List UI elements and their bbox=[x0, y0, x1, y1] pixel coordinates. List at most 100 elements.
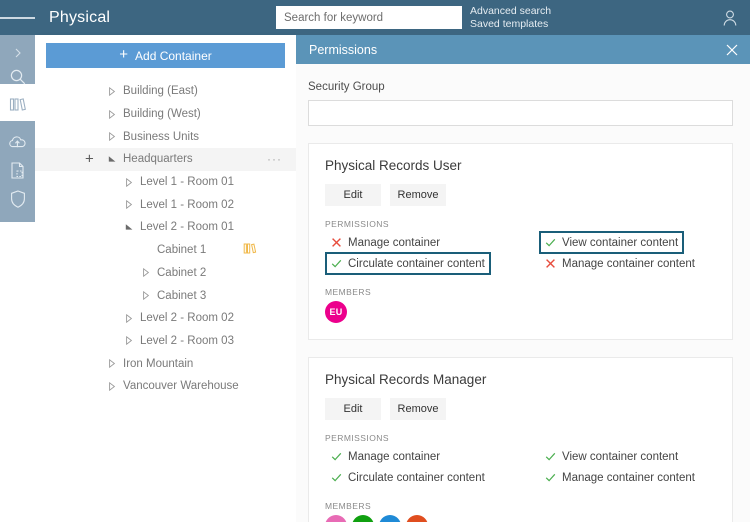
chevron-down-icon[interactable] bbox=[124, 223, 134, 231]
avatar[interactable]: JS bbox=[352, 515, 374, 522]
add-container-label: Add Container bbox=[135, 49, 212, 63]
permission-item[interactable]: Circulate container content bbox=[325, 466, 491, 489]
icon-rail bbox=[0, 35, 35, 522]
tree-item-building-east[interactable]: Building (East) bbox=[35, 80, 296, 103]
permission-label: View container content bbox=[562, 237, 678, 249]
edit-button[interactable]: Edit bbox=[325, 398, 381, 420]
shield-icon[interactable] bbox=[0, 181, 35, 216]
check-icon bbox=[331, 472, 342, 483]
chevron-right-icon[interactable] bbox=[107, 359, 117, 368]
tree-item-building-west[interactable]: Building (West) bbox=[35, 103, 296, 126]
avatar[interactable]: EU bbox=[325, 301, 347, 323]
tree-item-add-icon[interactable]: + bbox=[85, 152, 94, 167]
saved-templates-link[interactable]: Saved templates bbox=[470, 18, 551, 31]
permission-cell: Manage container bbox=[325, 231, 539, 254]
permission-label: Manage container bbox=[348, 451, 440, 463]
permission-item[interactable]: View container content bbox=[539, 445, 684, 468]
advanced-search-link[interactable]: Advanced search bbox=[470, 5, 551, 18]
permission-item[interactable]: Circulate container content bbox=[325, 252, 491, 275]
permissions-grid: Manage container View container content Ci… bbox=[325, 446, 716, 488]
security-group-input[interactable] bbox=[308, 100, 733, 126]
tree-item-business-units[interactable]: Business Units bbox=[35, 125, 296, 148]
chevron-right-icon[interactable] bbox=[124, 200, 134, 209]
tree-item-label: Building (West) bbox=[123, 108, 201, 120]
search-input[interactable] bbox=[276, 6, 462, 29]
application-window: Physical Advanced search Saved templates bbox=[0, 0, 750, 522]
tree-item-vancouver-warehouse[interactable]: Vancouver Warehouse bbox=[35, 375, 296, 398]
tree-item-label: Level 1 - Room 02 bbox=[140, 199, 234, 211]
permission-item[interactable]: Manage container content bbox=[539, 252, 701, 275]
close-icon[interactable] bbox=[724, 42, 740, 58]
remove-button[interactable]: Remove bbox=[390, 184, 446, 206]
books-icon[interactable] bbox=[0, 87, 35, 122]
permission-item[interactable]: View container content bbox=[539, 231, 684, 254]
permission-label: View container content bbox=[562, 451, 678, 463]
tree-item-label: Business Units bbox=[123, 131, 199, 143]
chevron-right-icon[interactable] bbox=[141, 291, 151, 300]
avatar[interactable]: SC bbox=[406, 515, 428, 522]
tree-item-level-2-room-02[interactable]: Level 2 - Room 02 bbox=[35, 307, 296, 330]
permission-cell: Circulate container content bbox=[325, 252, 539, 275]
tree-item-level-1-room-02[interactable]: Level 1 - Room 02 bbox=[35, 193, 296, 216]
permission-card-actions: Edit Remove bbox=[325, 398, 716, 420]
permission-cell: View container content bbox=[539, 445, 750, 468]
permission-item[interactable]: Manage container bbox=[325, 445, 446, 468]
members-caption: MEMBERS bbox=[325, 287, 716, 297]
avatar[interactable]: EC bbox=[379, 515, 401, 522]
check-icon bbox=[545, 472, 556, 483]
chevron-right-icon[interactable] bbox=[107, 87, 117, 96]
permission-card-title: Physical Records User bbox=[325, 158, 716, 173]
tree-item-label: Level 1 - Room 01 bbox=[140, 176, 234, 188]
chevron-right-icon[interactable] bbox=[107, 110, 117, 119]
chevron-down-icon[interactable] bbox=[107, 155, 117, 163]
permission-card-title: Physical Records Manager bbox=[325, 372, 716, 387]
check-icon bbox=[331, 258, 342, 269]
chevron-right-icon[interactable] bbox=[107, 132, 117, 141]
permission-cards-list: Physical Records User Edit Remove PERMISSIO… bbox=[308, 143, 738, 522]
permission-label: Manage container content bbox=[562, 258, 695, 270]
container-tree-panel: + Add Container Building (East)Building … bbox=[35, 35, 296, 522]
check-icon bbox=[331, 451, 342, 462]
chevron-right-icon[interactable] bbox=[107, 382, 117, 391]
permissions-panel: Permissions Security Group Physical Reco… bbox=[296, 35, 750, 522]
chevron-right-icon[interactable] bbox=[124, 178, 134, 187]
remove-button[interactable]: Remove bbox=[390, 398, 446, 420]
permission-item[interactable]: Manage container bbox=[325, 231, 446, 254]
add-container-button[interactable]: + Add Container bbox=[46, 43, 285, 68]
check-icon bbox=[545, 237, 556, 248]
permissions-panel-title: Permissions bbox=[309, 43, 377, 57]
permission-card: Physical Records User Edit Remove PERMISSIO… bbox=[308, 143, 733, 340]
permission-label: Manage container content bbox=[562, 472, 695, 484]
person-icon[interactable] bbox=[720, 8, 740, 28]
tree-item-cabinet-3[interactable]: Cabinet 3 bbox=[35, 284, 296, 307]
permission-card: Physical Records ManagerEditRemovePERMIS… bbox=[308, 357, 733, 522]
tree-item-level-2-room-03[interactable]: Level 2 - Room 03 bbox=[35, 330, 296, 353]
container-tree: Building (East) Building (West) Business U… bbox=[35, 80, 296, 398]
chevron-right-icon[interactable] bbox=[124, 314, 134, 323]
permissions-caption: PERMISSIONS bbox=[325, 219, 716, 229]
tree-item-cabinet-1[interactable]: Cabinet 1 bbox=[35, 239, 296, 262]
tree-item-iron-mountain[interactable]: Iron Mountain bbox=[35, 352, 296, 375]
tree-item-level-2-room-01[interactable]: Level 2 - Room 01 bbox=[35, 216, 296, 239]
tree-item-label: Headquarters bbox=[123, 153, 193, 165]
books-icon[interactable] bbox=[243, 242, 258, 258]
tree-item-label: Cabinet 3 bbox=[157, 290, 206, 302]
edit-button[interactable]: Edit bbox=[325, 184, 381, 206]
tree-item-cabinet-2[interactable]: Cabinet 2 bbox=[35, 262, 296, 285]
avatar[interactable]: T bbox=[325, 515, 347, 522]
permission-cell: Circulate container content bbox=[325, 466, 539, 489]
search-links: Advanced search Saved templates bbox=[470, 5, 551, 31]
tree-item-headquarters[interactable]: Headquarters + ··· bbox=[35, 148, 296, 171]
cross-icon bbox=[331, 237, 342, 248]
top-bar: Physical Advanced search Saved templates bbox=[0, 0, 750, 35]
tree-item-level-1-room-01[interactable]: Level 1 - Room 01 bbox=[35, 171, 296, 194]
chevron-right-icon[interactable] bbox=[124, 336, 134, 345]
tree-item-more-icon[interactable]: ··· bbox=[267, 153, 282, 165]
permission-item[interactable]: Manage container content bbox=[539, 466, 701, 489]
chevron-right-icon[interactable] bbox=[141, 268, 151, 277]
members-list: T JS EC SC bbox=[325, 515, 716, 522]
hamburger-menu-icon[interactable] bbox=[0, 0, 35, 35]
permissions-grid: Manage container View container content Ci… bbox=[325, 232, 716, 274]
tree-item-label: Level 2 - Room 03 bbox=[140, 335, 234, 347]
cross-icon bbox=[545, 258, 556, 269]
